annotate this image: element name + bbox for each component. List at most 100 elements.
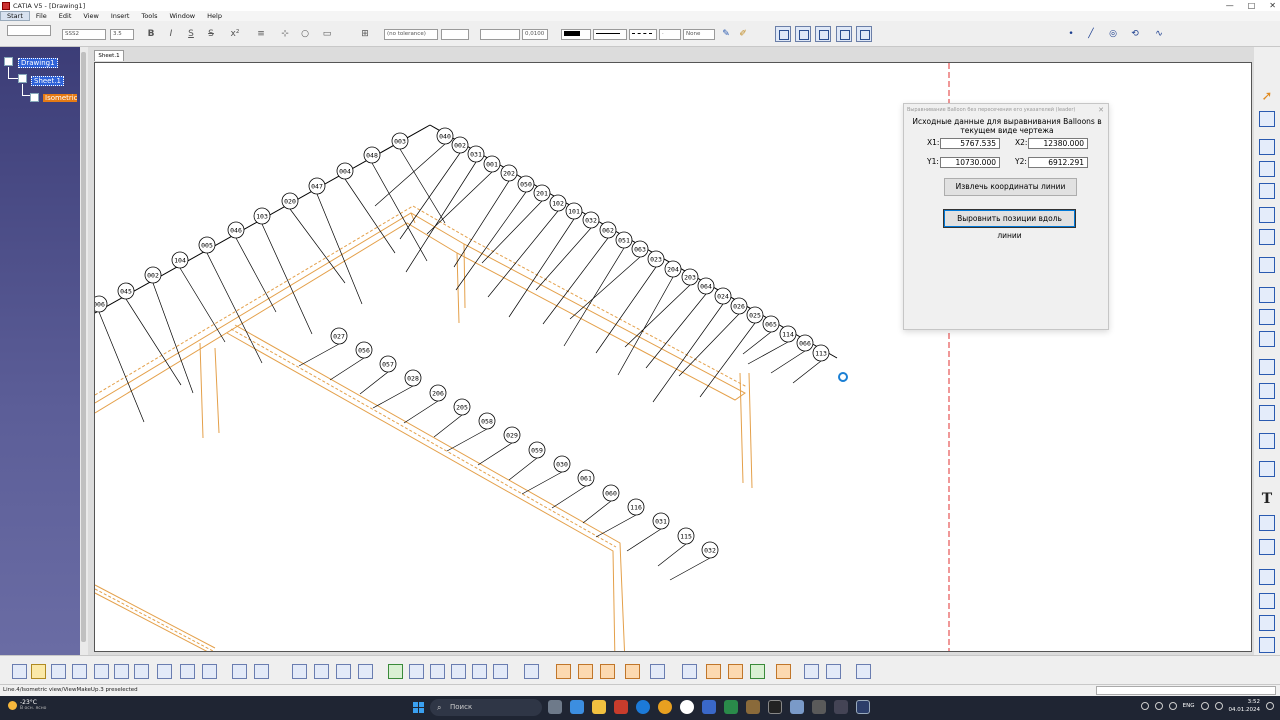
new-view-icon[interactable] <box>1259 139 1275 155</box>
frame-icon[interactable]: ▭ <box>320 27 334 41</box>
view-wizard-icon[interactable] <box>1259 257 1275 273</box>
whats-this-icon[interactable] <box>202 664 217 679</box>
superscript-button[interactable]: x² <box>228 27 242 41</box>
axis-icon[interactable] <box>1259 569 1275 585</box>
menu-file[interactable]: File <box>30 12 53 20</box>
underline-button[interactable]: S <box>184 27 198 41</box>
swap-icon[interactable] <box>804 664 819 679</box>
x1-field[interactable]: 5767.535 <box>940 138 1000 149</box>
cut-icon[interactable] <box>94 664 109 679</box>
align-positions-button[interactable]: Выровнить позиции вдоль линии <box>943 209 1076 240</box>
generate-dimensions-icon[interactable] <box>600 664 615 679</box>
menu-insert[interactable]: Insert <box>105 12 136 20</box>
formula-icon[interactable] <box>232 664 247 679</box>
redo-icon[interactable] <box>180 664 195 679</box>
app-icon[interactable] <box>812 700 826 714</box>
scrollbar-thumb[interactable] <box>81 52 86 642</box>
analysis-icon[interactable] <box>815 26 831 42</box>
task-view-icon[interactable] <box>548 700 562 714</box>
menu-tools[interactable]: Tools <box>135 12 163 20</box>
undo-icon[interactable] <box>157 664 172 679</box>
tab-sheet-1[interactable]: Sheet.1 <box>94 50 124 61</box>
menu-start[interactable]: Start <box>0 11 30 21</box>
arrow-icon[interactable] <box>1259 615 1275 631</box>
close-button[interactable]: ✕ <box>1269 1 1276 10</box>
file-explorer-icon[interactable] <box>592 700 606 714</box>
projection-view-icon[interactable] <box>1259 183 1275 199</box>
menu-help[interactable]: Help <box>201 12 228 20</box>
frame-rect-icon[interactable] <box>1259 287 1275 303</box>
chrome-icon[interactable] <box>658 700 672 714</box>
x2-field[interactable]: 12380.000 <box>1028 138 1088 149</box>
bold-button[interactable]: B <box>144 27 158 41</box>
line-icon[interactable]: ╱ <box>1084 27 1098 41</box>
command-input[interactable] <box>1096 686 1276 695</box>
strikethrough-button[interactable]: S <box>204 27 218 41</box>
knowledge-icon[interactable] <box>358 664 373 679</box>
volume-icon[interactable] <box>1168 702 1177 710</box>
clock[interactable]: 3:52 04.01.2024 <box>1229 698 1261 714</box>
font-name-select[interactable]: SSS2 <box>62 29 106 40</box>
select-cursor-icon[interactable]: ➚ <box>1259 89 1275 105</box>
app-icon[interactable] <box>746 700 760 714</box>
thickness-select[interactable] <box>629 29 657 40</box>
tolerance-icon[interactable] <box>1259 331 1275 347</box>
network-icon[interactable] <box>1154 702 1163 710</box>
comment-icon[interactable] <box>254 664 269 679</box>
taskbar-search[interactable]: ⌕ Поиск <box>430 699 542 716</box>
tree-scrollbar[interactable] <box>80 47 88 655</box>
tree-node-view[interactable]: Isometric <box>43 94 77 102</box>
tree-expand-icon[interactable] <box>314 664 329 679</box>
linetype-select[interactable] <box>593 29 627 40</box>
copy-icon[interactable] <box>114 664 129 679</box>
point-icon[interactable]: • <box>1064 27 1078 41</box>
symbol-icon[interactable] <box>1259 515 1275 531</box>
new-file-icon[interactable] <box>12 664 27 679</box>
angle-dimension-icon[interactable] <box>1259 405 1275 421</box>
y2-field[interactable]: 6912.291 <box>1028 157 1088 168</box>
app-icon[interactable] <box>790 700 804 714</box>
app-icon[interactable] <box>614 700 628 714</box>
pattern-select[interactable]: None <box>683 29 715 40</box>
detail-view-icon[interactable] <box>1259 229 1275 245</box>
paste-icon[interactable] <box>134 664 149 679</box>
word-icon[interactable] <box>702 700 716 714</box>
pan-icon[interactable] <box>409 664 424 679</box>
dimension-line-icon[interactable] <box>1259 359 1275 375</box>
menu-edit[interactable]: Edit <box>53 12 78 20</box>
app-icon[interactable] <box>768 700 782 714</box>
dimension-style-icon[interactable]: ⊞ <box>358 27 372 41</box>
anchor-point-icon[interactable]: ⊹ <box>278 27 292 41</box>
text-icon[interactable]: T <box>1259 491 1275 507</box>
language-indicator[interactable]: ENG <box>1183 703 1195 709</box>
menu-view[interactable]: View <box>77 12 104 20</box>
bom-icon[interactable] <box>650 664 665 679</box>
tree-node-sheet[interactable]: Sheet.1 <box>31 76 64 86</box>
save-icon[interactable] <box>51 664 66 679</box>
frame-title-icon[interactable] <box>706 664 721 679</box>
macro-icon[interactable] <box>336 664 351 679</box>
generate-balloons-icon[interactable] <box>625 664 640 679</box>
zoom-out-icon[interactable] <box>451 664 466 679</box>
grid-toggle-icon[interactable] <box>682 664 697 679</box>
weather-widget[interactable]: -23°C В осн. ясно <box>8 699 46 712</box>
table-grid-icon[interactable] <box>1259 539 1275 555</box>
refresh-icon[interactable] <box>524 664 539 679</box>
print-icon[interactable] <box>72 664 87 679</box>
extract-coordinates-button[interactable]: Извлечь координаты линии <box>944 178 1077 196</box>
catalog-icon[interactable] <box>292 664 307 679</box>
style-select[interactable] <box>7 25 51 36</box>
format-painter-icon[interactable]: ✐ <box>736 27 750 41</box>
speaker-icon[interactable] <box>1214 702 1223 710</box>
italic-button[interactable]: I <box>164 27 178 41</box>
area-fill-icon[interactable] <box>1259 593 1275 609</box>
cube-icon[interactable] <box>856 664 871 679</box>
tolerance-value[interactable] <box>441 29 469 40</box>
normal-view-icon[interactable] <box>493 664 508 679</box>
circle-icon[interactable]: ◎ <box>1106 27 1120 41</box>
dialog-close-icon[interactable]: ✕ <box>1098 106 1104 114</box>
zoom-area-icon[interactable] <box>472 664 487 679</box>
app-icon[interactable] <box>834 700 848 714</box>
sheet-background-icon[interactable] <box>556 664 571 679</box>
chain-dimension-icon[interactable] <box>1259 383 1275 399</box>
